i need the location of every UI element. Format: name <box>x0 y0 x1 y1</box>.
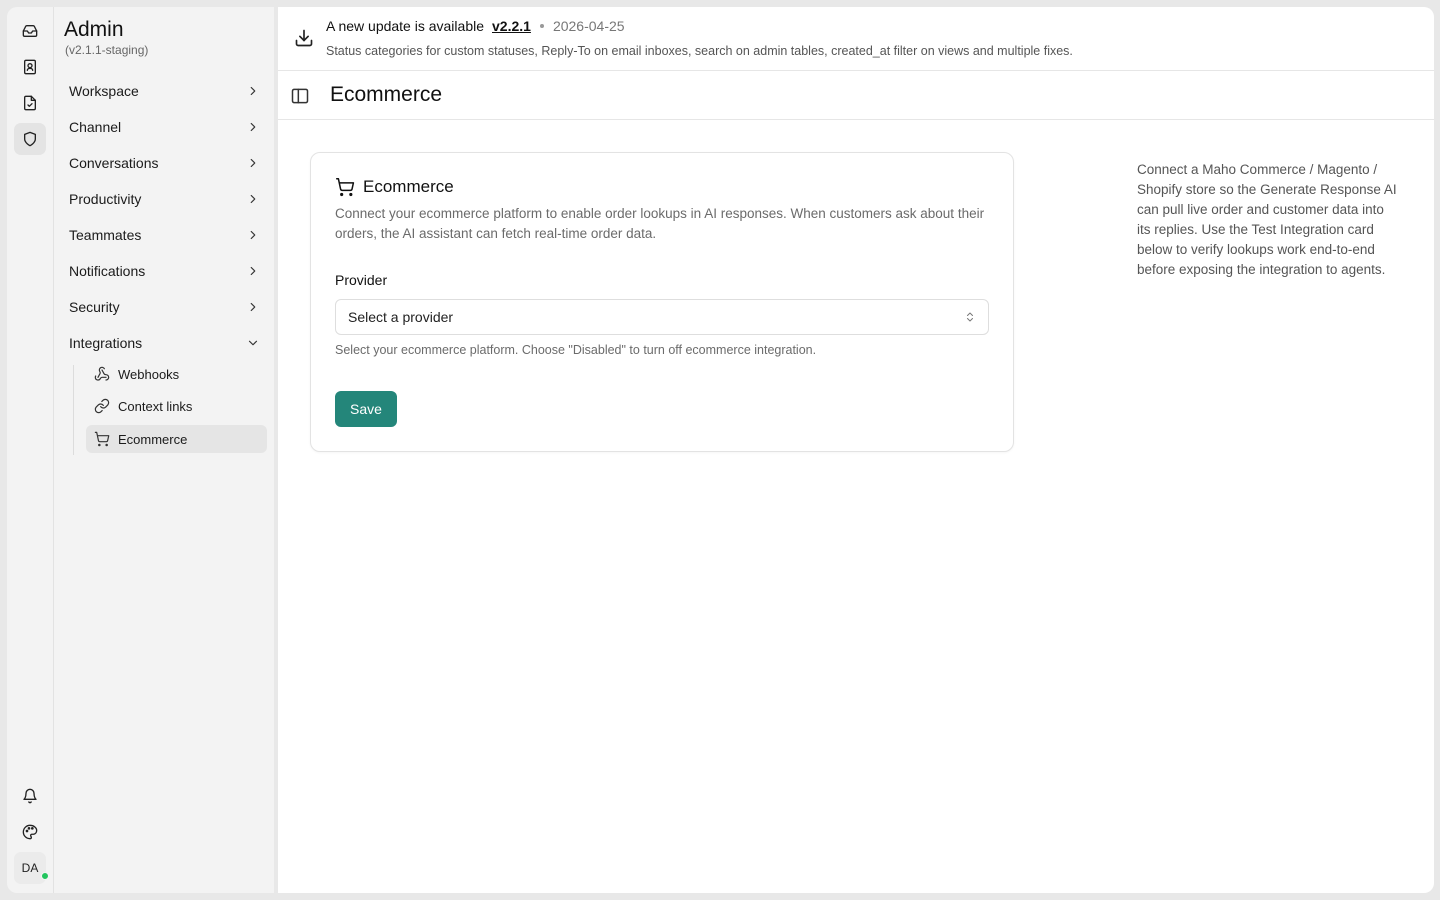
chevron-right-icon <box>250 266 256 276</box>
chevron-right-icon <box>250 158 256 168</box>
sidebar-subitem-context-links[interactable]: Context links <box>86 392 267 420</box>
chevron-right-icon <box>250 230 256 240</box>
sidebar-item-label: Conversations <box>69 155 159 171</box>
admin-shield-icon[interactable] <box>14 123 46 155</box>
chevrons-up-down-icon <box>967 312 973 322</box>
user-avatar[interactable]: DA <box>14 852 49 884</box>
card-title: Ecommerce <box>363 177 454 196</box>
online-status-dot <box>41 872 49 880</box>
download-icon[interactable] <box>294 28 314 48</box>
sidebar-item-label: Productivity <box>69 191 142 207</box>
sidebar-item-label: Teammates <box>69 227 142 243</box>
update-label: A new update is available <box>326 18 484 34</box>
card-description: Connect your ecommerce platform to enabl… <box>335 206 985 241</box>
separator-dot <box>539 24 544 28</box>
sidebar-item-conversations[interactable]: Conversations <box>62 148 266 178</box>
update-banner: A new update is available v2.2.1 2026-04… <box>278 7 1434 71</box>
update-description: Status categories for custom statuses, R… <box>326 44 1073 58</box>
sidebar-item-integrations[interactable]: Integrations <box>62 328 266 358</box>
sidebar-item-workspace[interactable]: Workspace <box>62 76 266 106</box>
sidebar-item-label: Security <box>69 299 120 315</box>
icon-rail: DA <box>7 7 53 893</box>
inbox-icon[interactable] <box>14 15 46 47</box>
sidebar-subitem-label: Context links <box>118 398 193 414</box>
sidebar-subitem-webhooks[interactable]: Webhooks <box>86 360 267 388</box>
provider-label: Provider <box>335 272 388 288</box>
sidebar-version: (v2.1.1-staging) <box>65 43 149 57</box>
chevron-down-icon <box>248 340 258 346</box>
sidebar-subitem-label: Webhooks <box>118 366 180 382</box>
update-date: 2026-04-25 <box>552 18 625 34</box>
sidebar-item-security[interactable]: Security <box>62 292 266 322</box>
sidebar-subitem-label: Ecommerce <box>118 431 188 447</box>
bell-icon[interactable] <box>14 780 46 812</box>
main-content: A new update is available v2.2.1 2026-04… <box>278 7 1434 893</box>
save-button[interactable]: Save <box>335 391 397 427</box>
sidebar-item-notifications[interactable]: Notifications <box>62 256 266 286</box>
avatar-initials: DA <box>21 861 39 875</box>
sidebar-item-label: Notifications <box>69 263 146 279</box>
sidebar-title: Admin <box>64 18 124 41</box>
sidebar-item-teammates[interactable]: Teammates <box>62 220 266 250</box>
sidebar-item-label: Workspace <box>69 83 139 99</box>
sidebar-item-productivity[interactable]: Productivity <box>62 184 266 214</box>
help-text: Connect a Maho Commerce / Magento / Shop… <box>1137 162 1397 277</box>
shopping-cart-icon <box>335 177 355 197</box>
submenu-guide-line <box>73 365 74 455</box>
update-version-link[interactable]: v2.2.1 <box>492 18 531 34</box>
sidebar-item-channel[interactable]: Channel <box>62 112 266 142</box>
sidebar-item-label: Integrations <box>69 335 143 351</box>
chevron-right-icon <box>250 122 256 132</box>
ecommerce-settings-card: Ecommerce Connect your ecommerce platfor… <box>310 152 1014 452</box>
admin-sidebar: Admin (v2.1.1-staging) Workspace Channel… <box>53 7 274 893</box>
chevron-right-icon <box>250 302 256 312</box>
sidebar-toggle-icon[interactable] <box>290 86 310 106</box>
chevron-right-icon <box>250 86 256 96</box>
provider-select-value: Select a provider <box>348 309 454 325</box>
page-title: Ecommerce <box>330 83 443 106</box>
chevron-right-icon <box>250 194 256 204</box>
sidebar-subitem-ecommerce[interactable]: Ecommerce <box>86 425 267 453</box>
page-header: Ecommerce <box>278 71 1434 120</box>
shopping-cart-icon <box>94 431 110 447</box>
contacts-icon[interactable] <box>14 51 46 83</box>
link-icon <box>94 398 110 414</box>
sidebar-item-label: Channel <box>69 119 122 135</box>
provider-select[interactable]: Select a provider <box>335 299 989 335</box>
webhook-icon <box>94 366 110 381</box>
provider-hint: Select your ecommerce platform. Choose "… <box>335 343 817 357</box>
reports-icon[interactable] <box>14 87 46 119</box>
palette-icon[interactable] <box>14 816 46 848</box>
